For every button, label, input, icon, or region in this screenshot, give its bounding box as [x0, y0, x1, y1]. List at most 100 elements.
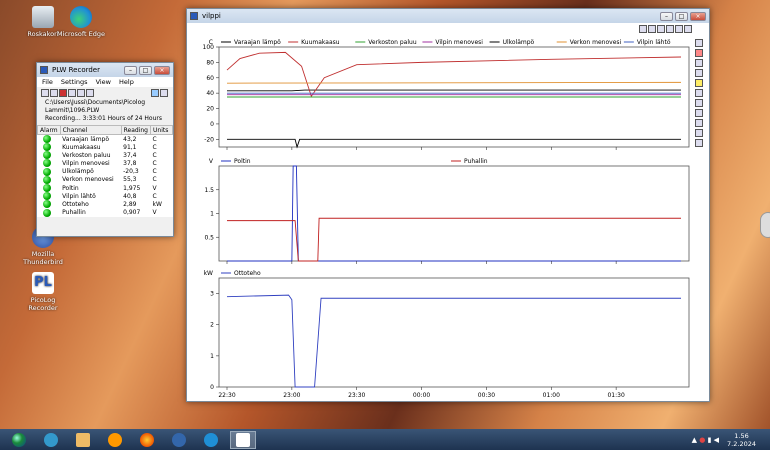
header-units[interactable]: Units	[150, 125, 173, 135]
channel-name: Verkoston paluu	[62, 151, 111, 159]
menu-settings[interactable]: Settings	[61, 78, 88, 86]
help-icon[interactable]	[86, 89, 94, 97]
recorder-window: PLW Recorder – □ × File Settings View He…	[36, 62, 174, 237]
taskbar-ie[interactable]	[38, 431, 64, 449]
desktop-icon-edge[interactable]: Microsoft Edge	[56, 6, 106, 38]
tray-network-icon[interactable]: ▮	[708, 436, 712, 444]
channel-reading: 1,975	[123, 184, 141, 192]
header-channel[interactable]: Channel	[59, 125, 122, 135]
y-tick-label: 3	[210, 291, 214, 298]
x-tick-label: 00:30	[478, 392, 495, 399]
channel-row[interactable]: Poltin 1,975 V	[38, 184, 173, 193]
taskbar-picolog[interactable]	[230, 430, 256, 449]
clock-date: 7.2.2024	[727, 439, 756, 448]
channel-row[interactable]: Verkoston paluu 37,4 C	[38, 151, 173, 160]
channel-row[interactable]: Vilpin menovesi 37,8 C	[38, 159, 173, 168]
channel-name: Verkon menovesi	[62, 176, 114, 184]
recycle-bin-icon	[32, 6, 54, 28]
pause-icon[interactable]	[68, 89, 76, 97]
taskbar-edge[interactable]	[198, 431, 224, 449]
tray-clock[interactable]: 1.56 7.2.2024	[727, 432, 756, 448]
taskbar-media[interactable]	[102, 431, 128, 449]
alarm-ok-icon	[42, 143, 51, 152]
alarm-cell	[38, 175, 61, 184]
channel-row[interactable]: Ulkolämpö -20,3 C	[38, 167, 173, 176]
recorder-title: PLW Recorder	[52, 66, 100, 74]
legend-label: Vilpin menovesi	[435, 39, 483, 46]
alarm-cell	[38, 200, 61, 209]
channel-row[interactable]: Verkon menovesi 55,3 C	[38, 175, 173, 184]
menu-file[interactable]: File	[42, 78, 53, 86]
channel-row[interactable]: Vilpin lähtö 40,8 C	[38, 192, 173, 201]
ie-icon	[44, 432, 58, 447]
maximize-button[interactable]: □	[139, 65, 152, 75]
menu-help[interactable]: Help	[119, 78, 134, 86]
new-icon[interactable]	[41, 89, 49, 97]
tray-icons: ▲ ● ▮ ◀	[692, 436, 719, 444]
graph-icon[interactable]	[151, 89, 159, 97]
header-reading[interactable]: Reading	[120, 125, 152, 135]
tray-arrow-icon[interactable]: ▲	[692, 436, 697, 444]
channel-reading: -20,3	[123, 168, 139, 176]
alarm-ok-icon	[42, 200, 51, 209]
taskbar-explorer[interactable]	[70, 431, 96, 449]
menu-view[interactable]: View	[96, 78, 111, 86]
recorder-titlebar[interactable]: PLW Recorder – □ ×	[37, 63, 173, 77]
tray-volume-icon[interactable]: ◀	[714, 436, 719, 444]
channel-reading: 40,8	[123, 192, 137, 200]
edge-icon	[204, 432, 218, 447]
recording-status: Recording... 3:33:01 Hours of 24 Hours	[45, 115, 162, 122]
graph-plot-area: C-20020406080100Varaajan lämpö Kuumakaasu…	[203, 39, 690, 399]
open-icon[interactable]	[50, 89, 58, 97]
channel-reading: 91,1	[123, 143, 137, 151]
channel-name: Varaajan lämpö	[62, 135, 110, 143]
channel-unit: V	[152, 209, 157, 217]
channel-name: Vilpin lähtö	[62, 192, 96, 200]
y-tick-label: 2	[210, 322, 214, 329]
minimize-button[interactable]: –	[124, 65, 137, 75]
alarm-ok-icon	[42, 208, 51, 217]
side-panel-handle[interactable]	[760, 212, 770, 238]
legend-label: Puhallin	[464, 158, 488, 165]
table-icon[interactable]	[160, 89, 168, 97]
x-tick-label: 01:00	[543, 392, 560, 399]
thunderbird-icon	[172, 432, 186, 447]
chart-panel-frame	[218, 165, 690, 262]
alarm-cell	[38, 208, 61, 217]
channel-unit: C	[152, 135, 157, 143]
channel-name: Ottoteho	[62, 200, 89, 208]
stop-icon[interactable]	[77, 89, 85, 97]
legend-label: Poltin	[234, 158, 251, 165]
legend-label: Vilpin lähtö	[637, 39, 671, 46]
channel-row[interactable]: Varaajan lämpö 43,2 C	[38, 135, 173, 143]
start-button[interactable]	[6, 431, 32, 449]
file-path-line2: Lammit\1096.PLW	[45, 107, 100, 114]
tray-security-icon[interactable]: ●	[699, 436, 705, 444]
channel-row[interactable]: Ottoteho 2,89 kW	[38, 200, 173, 209]
channel-row[interactable]: Kuumakaasu 91,1 C	[38, 143, 173, 152]
close-button[interactable]: ×	[154, 65, 170, 75]
recorder-menu: File Settings View Help	[37, 77, 173, 87]
alarm-cell	[38, 192, 61, 201]
legend-label: Verkoston paluu	[368, 39, 417, 46]
channel-row[interactable]: Puhallin 0,907 V	[38, 208, 173, 217]
alarm-ok-icon	[42, 135, 51, 143]
legend-label: Ottoteho	[234, 270, 261, 277]
channel-name: Puhallin	[62, 209, 86, 217]
alarm-cell	[38, 135, 61, 143]
channel-unit: C	[152, 159, 157, 167]
taskbar-thunderbird[interactable]	[166, 431, 192, 449]
recorder-toolbar	[37, 87, 173, 99]
y-tick-label: 0	[210, 121, 214, 128]
y-tick-label: 80	[206, 59, 214, 66]
recorder-info: C:\Users\Jussi\Documents\Picolog Lammit\…	[37, 99, 173, 123]
record-icon[interactable]	[59, 89, 67, 97]
header-alarm[interactable]: Alarm	[37, 125, 61, 135]
desktop-icon-picolog[interactable]: PL PicoLog Recorder	[18, 272, 68, 312]
app-icon	[40, 66, 48, 74]
channel-reading: 55,3	[123, 176, 137, 184]
alarm-ok-icon	[42, 151, 51, 160]
x-tick-label: 23:30	[348, 392, 365, 399]
alarm-ok-icon	[42, 175, 51, 184]
taskbar-firefox[interactable]	[134, 431, 160, 449]
